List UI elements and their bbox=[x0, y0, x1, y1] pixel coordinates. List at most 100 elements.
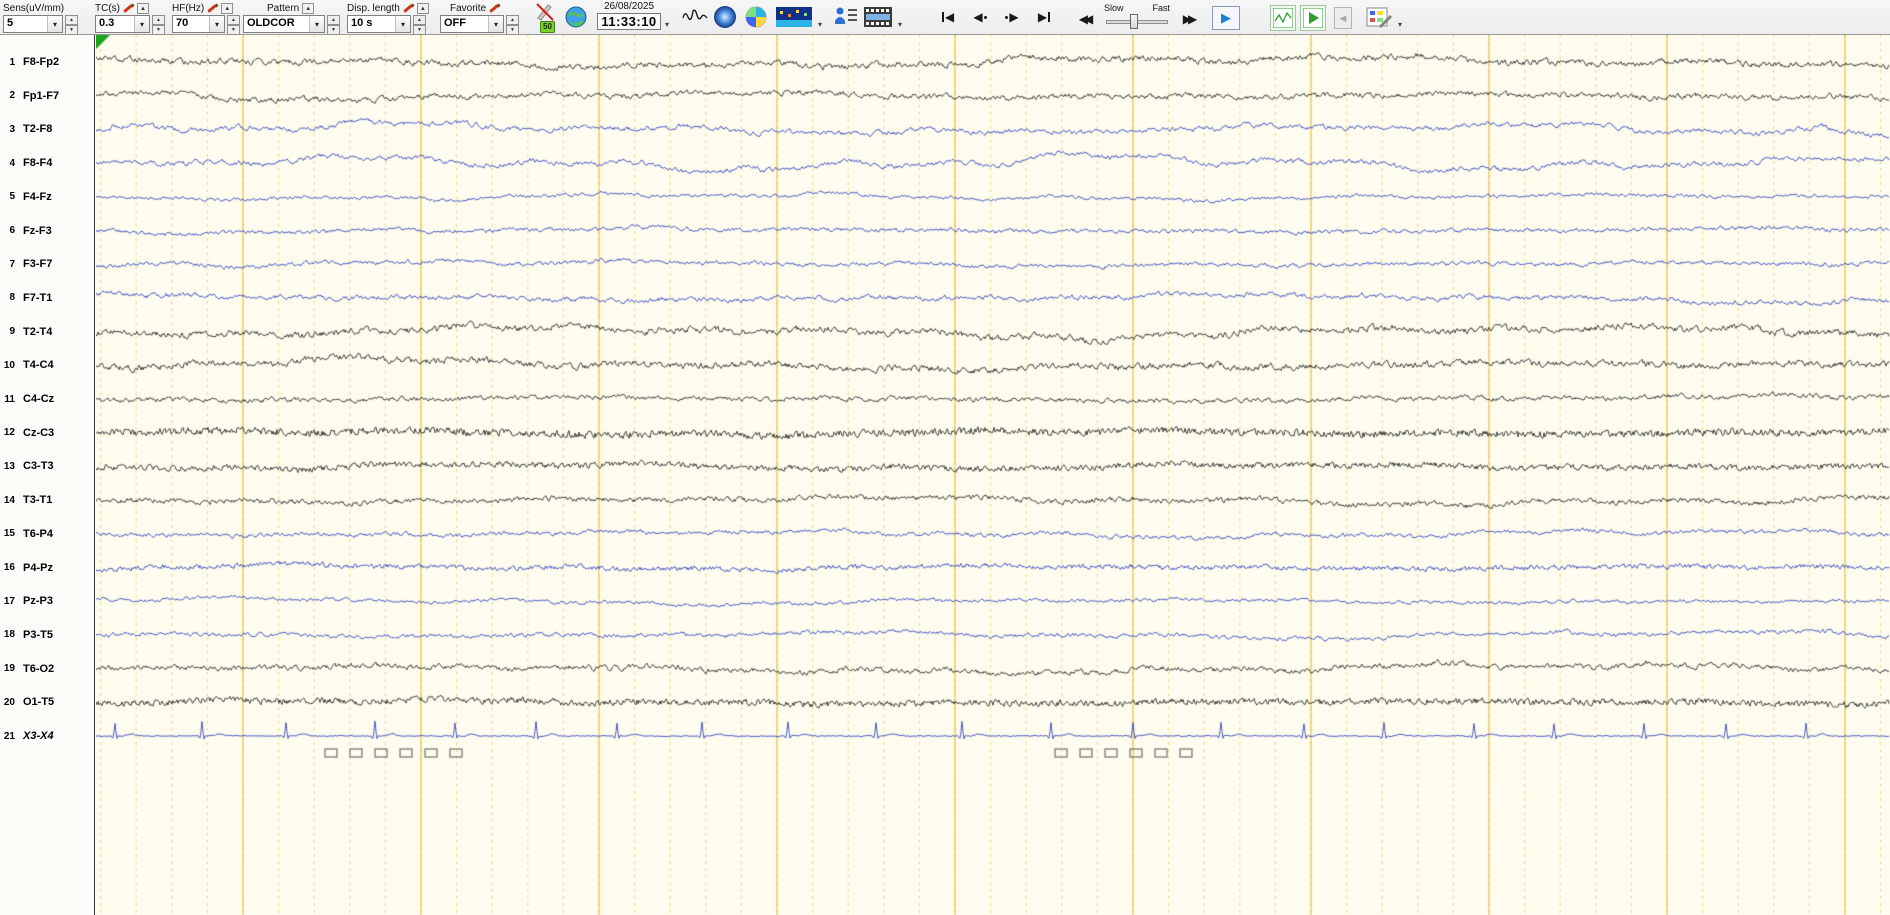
favorite-spinner-down-icon[interactable]: ▼ bbox=[506, 25, 519, 35]
disp-length-edit-pencil-icon[interactable] bbox=[403, 3, 414, 14]
channel-number: 9 bbox=[9, 326, 15, 338]
channel-row[interactable]: 1 F8-Fp2 bbox=[0, 55, 95, 69]
fast-forward-button[interactable]: ▶▶ bbox=[1174, 8, 1200, 30]
channel-row[interactable]: 4 F8-F4 bbox=[0, 156, 95, 170]
channel-row[interactable]: 19 T6-O2 bbox=[0, 662, 95, 676]
eeg-traces-canvas[interactable] bbox=[96, 35, 1890, 915]
sens-select[interactable]: 5 ▾ bbox=[3, 15, 63, 33]
channel-row[interactable]: 14 T3-T1 bbox=[0, 493, 95, 507]
favorite-spinner[interactable]: ▲ ▼ bbox=[506, 15, 519, 35]
channel-row[interactable]: 12 Cz-C3 bbox=[0, 426, 95, 440]
toolbar: Sens(uV/mm) 5 ▾ ▲ ▼ TC(s) ▲ 0.3 ▾ ▲ ▼ HF… bbox=[0, 0, 1890, 35]
favorite-select[interactable]: OFF ▾ bbox=[440, 15, 504, 33]
pattern-spinner-up-icon[interactable]: ▲ bbox=[327, 15, 340, 25]
time-more-arrow-icon[interactable]: ▾ bbox=[665, 20, 669, 29]
waveform-icon[interactable] bbox=[682, 6, 708, 33]
tc-select[interactable]: 0.3 ▾ bbox=[95, 15, 150, 33]
channel-row[interactable]: 21 X3-X4 bbox=[0, 729, 95, 743]
sens-spinner-down-icon[interactable]: ▼ bbox=[65, 25, 78, 35]
pattern-label: Pattern bbox=[267, 2, 300, 14]
hf-dropdown-arrow-icon[interactable]: ▾ bbox=[209, 16, 224, 32]
channel-label: Pz-P3 bbox=[23, 595, 53, 608]
favorite-dropdown-arrow-icon[interactable]: ▾ bbox=[488, 16, 503, 32]
channel-row[interactable]: 6 Fz-F3 bbox=[0, 224, 95, 238]
channel-row[interactable]: 15 T6-P4 bbox=[0, 527, 95, 541]
disp-length-spinner-up-icon[interactable]: ▲ bbox=[413, 15, 426, 25]
channel-label: T3-T1 bbox=[23, 494, 53, 507]
step-forward-button[interactable]: ▶ bbox=[999, 6, 1025, 28]
play-button[interactable]: ▶ bbox=[1212, 6, 1240, 30]
pattern-up-button[interactable]: ▲ bbox=[302, 2, 315, 14]
favorite-spinner-up-icon[interactable]: ▲ bbox=[506, 15, 519, 25]
notch-filter-badge[interactable]: 50 bbox=[540, 21, 555, 33]
disp-length-spinner-down-icon[interactable]: ▼ bbox=[413, 25, 426, 35]
video-filmstrip-icon[interactable] bbox=[864, 6, 892, 33]
pattern-dropdown-arrow-icon[interactable]: ▾ bbox=[309, 16, 324, 32]
channel-row[interactable]: 8 F7-T1 bbox=[0, 291, 95, 305]
channel-row[interactable]: 3 T2-F8 bbox=[0, 122, 95, 136]
color-map-pinwheel-icon[interactable] bbox=[745, 6, 767, 33]
channel-row[interactable]: 9 T2-T4 bbox=[0, 325, 95, 339]
channel-number: 1 bbox=[9, 56, 15, 68]
channel-row[interactable]: 2 Fp1-F7 bbox=[0, 89, 95, 103]
channel-row[interactable]: 7 F3-F7 bbox=[0, 257, 95, 271]
disp-length-up-button[interactable]: ▲ bbox=[416, 2, 429, 14]
favorite-edit-pencil-icon[interactable] bbox=[489, 3, 500, 14]
jump-to-end-button[interactable]: ▶ bbox=[1031, 6, 1057, 28]
disp-length-dropdown-arrow-icon[interactable]: ▾ bbox=[395, 16, 410, 32]
channel-row[interactable]: 11 C4-Cz bbox=[0, 392, 95, 406]
hf-spinner-up-icon[interactable]: ▲ bbox=[227, 15, 240, 25]
patient-list-icon[interactable] bbox=[833, 5, 859, 34]
channel-number: 17 bbox=[3, 595, 15, 607]
hf-spinner-down-icon[interactable]: ▼ bbox=[227, 25, 240, 35]
tc-spinner-up-icon[interactable]: ▲ bbox=[152, 15, 165, 25]
tc-label: TC(s) bbox=[95, 2, 120, 14]
sens-dropdown-arrow-icon[interactable]: ▾ bbox=[47, 16, 62, 32]
montage-more-arrow-icon[interactable]: ▾ bbox=[1398, 20, 1402, 29]
spectrogram-icon[interactable] bbox=[776, 7, 812, 32]
channel-label: Fp1-F7 bbox=[23, 89, 60, 102]
hf-spinner[interactable]: ▲ ▼ bbox=[227, 15, 240, 35]
jump-to-start-button[interactable]: ◀ bbox=[935, 6, 961, 28]
sens-spinner[interactable]: ▲ ▼ bbox=[65, 15, 78, 35]
patient-more-arrow-icon[interactable]: ▾ bbox=[898, 20, 902, 29]
channel-label: T6-O2 bbox=[23, 662, 55, 675]
pattern-spinner[interactable]: ▲ ▼ bbox=[327, 15, 340, 35]
step-back-button[interactable]: ◀ bbox=[967, 6, 993, 28]
favorite-value: OFF bbox=[444, 17, 466, 29]
hf-edit-pencil-icon[interactable] bbox=[207, 3, 218, 14]
channel-row[interactable]: 18 P3-T5 bbox=[0, 628, 95, 642]
disp-length-select[interactable]: 10 s ▾ bbox=[347, 15, 411, 33]
pattern-select[interactable]: OLDCOR ▾ bbox=[243, 15, 325, 33]
rewind-button[interactable]: ◀◀ bbox=[1070, 8, 1096, 30]
speed-slider-thumb[interactable] bbox=[1130, 14, 1138, 29]
channel-number: 8 bbox=[9, 292, 15, 304]
channel-row[interactable]: 17 Pz-P3 bbox=[0, 594, 95, 608]
review-chart-icon[interactable] bbox=[1270, 5, 1296, 31]
channel-row[interactable]: 16 P4-Pz bbox=[0, 561, 95, 575]
channel-row[interactable]: 10 T4-C4 bbox=[0, 358, 95, 372]
globe-icon[interactable] bbox=[564, 5, 588, 34]
channel-row[interactable]: 5 F4-Fz bbox=[0, 190, 95, 204]
tc-dropdown-arrow-icon[interactable]: ▾ bbox=[134, 16, 149, 32]
tc-spinner[interactable]: ▲ ▼ bbox=[152, 15, 165, 35]
sens-spinner-up-icon[interactable]: ▲ bbox=[65, 15, 78, 25]
start-bar-icon bbox=[941, 12, 944, 22]
hf-select[interactable]: 70 ▾ bbox=[172, 15, 225, 33]
tc-edit-pencil-icon[interactable] bbox=[123, 3, 134, 14]
sens-label: Sens(uV/mm) bbox=[3, 2, 65, 14]
brain-topography-icon[interactable] bbox=[713, 5, 737, 34]
pattern-spinner-down-icon[interactable]: ▼ bbox=[327, 25, 340, 35]
tc-up-button[interactable]: ▲ bbox=[137, 2, 149, 14]
channel-row[interactable]: 20 O1-T5 bbox=[0, 695, 95, 709]
montage-settings-icon[interactable] bbox=[1366, 5, 1393, 34]
analysis-more-arrow-icon[interactable]: ▾ bbox=[818, 20, 822, 29]
review-play-icon[interactable] bbox=[1300, 5, 1326, 31]
pattern-value: OLDCOR bbox=[247, 17, 295, 29]
previous-disabled-button[interactable]: ◀ bbox=[1334, 7, 1352, 29]
disp-length-spinner[interactable]: ▲ ▼ bbox=[413, 15, 426, 35]
speed-slow-label: Slow bbox=[1104, 3, 1124, 13]
hf-up-button[interactable]: ▲ bbox=[221, 2, 234, 14]
channel-row[interactable]: 13 C3-T3 bbox=[0, 459, 95, 473]
tc-spinner-down-icon[interactable]: ▼ bbox=[152, 25, 165, 35]
